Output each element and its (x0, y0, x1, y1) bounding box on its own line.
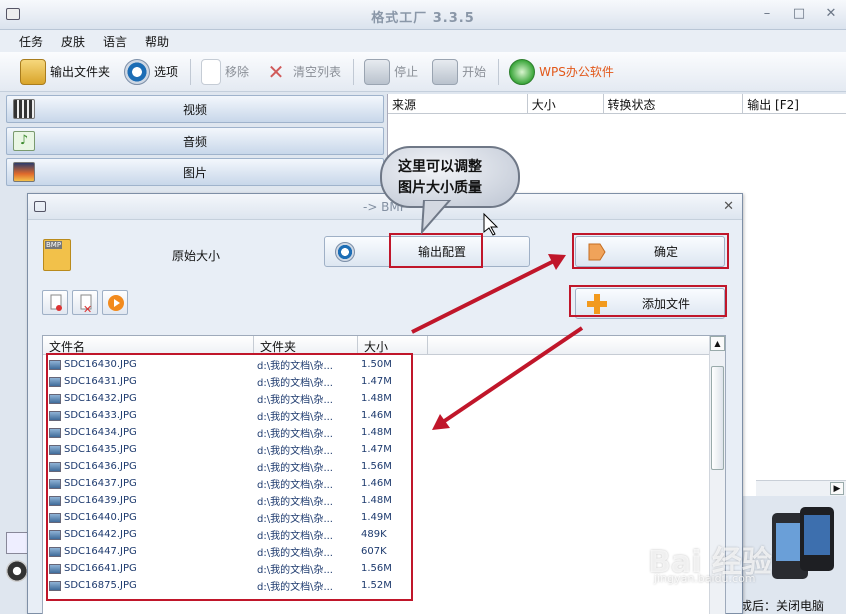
annotation-arrows (411, 212, 584, 430)
arrow-to-ok (411, 256, 561, 334)
baidu-watermark-url: jingyan.baidu.com (654, 572, 756, 585)
arrow-to-files (438, 326, 584, 426)
arrow-head-files (432, 414, 450, 430)
mouse-cursor-icon (483, 212, 499, 236)
